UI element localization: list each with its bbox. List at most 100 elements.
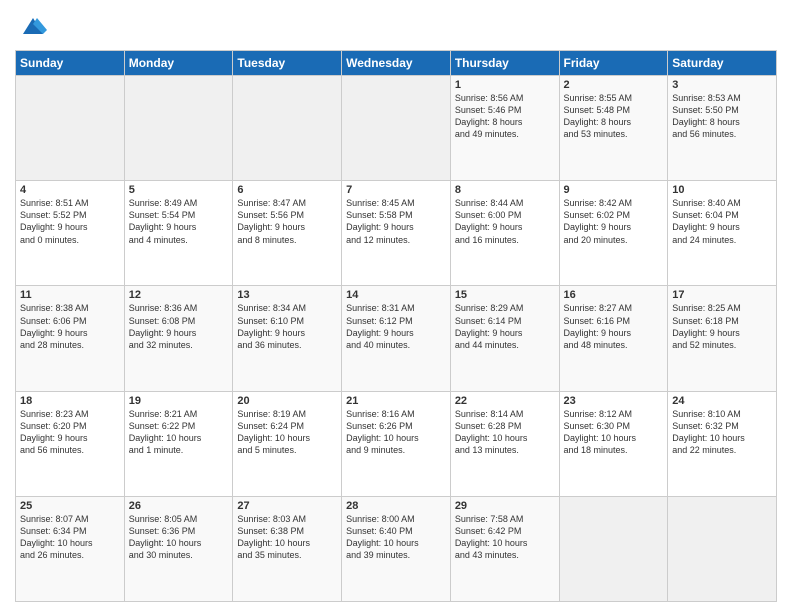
calendar-cell xyxy=(16,76,125,181)
calendar-cell: 6Sunrise: 8:47 AM Sunset: 5:56 PM Daylig… xyxy=(233,181,342,286)
weekday-header-row: SundayMondayTuesdayWednesdayThursdayFrid… xyxy=(16,51,777,76)
weekday-saturday: Saturday xyxy=(668,51,777,76)
calendar-cell xyxy=(233,76,342,181)
day-number: 1 xyxy=(455,79,555,91)
calendar-cell: 16Sunrise: 8:27 AM Sunset: 6:16 PM Dayli… xyxy=(559,286,668,391)
day-number: 9 xyxy=(564,184,664,196)
calendar-page: SundayMondayTuesdayWednesdayThursdayFrid… xyxy=(0,0,792,612)
calendar-cell: 8Sunrise: 8:44 AM Sunset: 6:00 PM Daylig… xyxy=(450,181,559,286)
day-info: Sunrise: 8:47 AM Sunset: 5:56 PM Dayligh… xyxy=(237,197,337,246)
header xyxy=(15,10,777,42)
calendar-cell: 24Sunrise: 8:10 AM Sunset: 6:32 PM Dayli… xyxy=(668,391,777,496)
day-number: 5 xyxy=(129,184,229,196)
calendar-cell: 19Sunrise: 8:21 AM Sunset: 6:22 PM Dayli… xyxy=(124,391,233,496)
calendar-cell: 3Sunrise: 8:53 AM Sunset: 5:50 PM Daylig… xyxy=(668,76,777,181)
day-info: Sunrise: 8:34 AM Sunset: 6:10 PM Dayligh… xyxy=(237,302,337,351)
calendar-cell: 21Sunrise: 8:16 AM Sunset: 6:26 PM Dayli… xyxy=(342,391,451,496)
calendar-cell: 23Sunrise: 8:12 AM Sunset: 6:30 PM Dayli… xyxy=(559,391,668,496)
calendar-cell xyxy=(668,496,777,601)
day-info: Sunrise: 8:00 AM Sunset: 6:40 PM Dayligh… xyxy=(346,513,446,562)
day-info: Sunrise: 8:51 AM Sunset: 5:52 PM Dayligh… xyxy=(20,197,120,246)
week-row-3: 18Sunrise: 8:23 AM Sunset: 6:20 PM Dayli… xyxy=(16,391,777,496)
day-number: 12 xyxy=(129,289,229,301)
day-info: Sunrise: 8:27 AM Sunset: 6:16 PM Dayligh… xyxy=(564,302,664,351)
day-info: Sunrise: 8:42 AM Sunset: 6:02 PM Dayligh… xyxy=(564,197,664,246)
calendar-cell: 1Sunrise: 8:56 AM Sunset: 5:46 PM Daylig… xyxy=(450,76,559,181)
day-number: 16 xyxy=(564,289,664,301)
day-number: 2 xyxy=(564,79,664,91)
calendar-cell xyxy=(342,76,451,181)
day-number: 28 xyxy=(346,500,446,512)
calendar-cell: 22Sunrise: 8:14 AM Sunset: 6:28 PM Dayli… xyxy=(450,391,559,496)
calendar-cell: 2Sunrise: 8:55 AM Sunset: 5:48 PM Daylig… xyxy=(559,76,668,181)
day-number: 26 xyxy=(129,500,229,512)
week-row-2: 11Sunrise: 8:38 AM Sunset: 6:06 PM Dayli… xyxy=(16,286,777,391)
day-number: 7 xyxy=(346,184,446,196)
day-info: Sunrise: 8:23 AM Sunset: 6:20 PM Dayligh… xyxy=(20,408,120,457)
day-info: Sunrise: 8:36 AM Sunset: 6:08 PM Dayligh… xyxy=(129,302,229,351)
day-number: 24 xyxy=(672,395,772,407)
calendar-cell: 28Sunrise: 8:00 AM Sunset: 6:40 PM Dayli… xyxy=(342,496,451,601)
weekday-tuesday: Tuesday xyxy=(233,51,342,76)
week-row-0: 1Sunrise: 8:56 AM Sunset: 5:46 PM Daylig… xyxy=(16,76,777,181)
week-row-1: 4Sunrise: 8:51 AM Sunset: 5:52 PM Daylig… xyxy=(16,181,777,286)
day-info: Sunrise: 8:56 AM Sunset: 5:46 PM Dayligh… xyxy=(455,92,555,141)
calendar-cell: 29Sunrise: 7:58 AM Sunset: 6:42 PM Dayli… xyxy=(450,496,559,601)
day-info: Sunrise: 8:19 AM Sunset: 6:24 PM Dayligh… xyxy=(237,408,337,457)
calendar-cell: 26Sunrise: 8:05 AM Sunset: 6:36 PM Dayli… xyxy=(124,496,233,601)
calendar-cell: 5Sunrise: 8:49 AM Sunset: 5:54 PM Daylig… xyxy=(124,181,233,286)
day-info: Sunrise: 8:44 AM Sunset: 6:00 PM Dayligh… xyxy=(455,197,555,246)
logo-icon xyxy=(19,14,47,42)
logo xyxy=(15,14,47,42)
weekday-wednesday: Wednesday xyxy=(342,51,451,76)
day-number: 19 xyxy=(129,395,229,407)
weekday-monday: Monday xyxy=(124,51,233,76)
day-info: Sunrise: 8:14 AM Sunset: 6:28 PM Dayligh… xyxy=(455,408,555,457)
day-number: 10 xyxy=(672,184,772,196)
day-number: 3 xyxy=(672,79,772,91)
day-info: Sunrise: 8:07 AM Sunset: 6:34 PM Dayligh… xyxy=(20,513,120,562)
day-info: Sunrise: 8:38 AM Sunset: 6:06 PM Dayligh… xyxy=(20,302,120,351)
day-number: 14 xyxy=(346,289,446,301)
calendar-cell: 12Sunrise: 8:36 AM Sunset: 6:08 PM Dayli… xyxy=(124,286,233,391)
calendar-cell: 14Sunrise: 8:31 AM Sunset: 6:12 PM Dayli… xyxy=(342,286,451,391)
day-info: Sunrise: 8:49 AM Sunset: 5:54 PM Dayligh… xyxy=(129,197,229,246)
day-info: Sunrise: 8:12 AM Sunset: 6:30 PM Dayligh… xyxy=(564,408,664,457)
day-number: 15 xyxy=(455,289,555,301)
day-number: 6 xyxy=(237,184,337,196)
calendar-table: SundayMondayTuesdayWednesdayThursdayFrid… xyxy=(15,50,777,602)
calendar-cell: 4Sunrise: 8:51 AM Sunset: 5:52 PM Daylig… xyxy=(16,181,125,286)
calendar-cell: 11Sunrise: 8:38 AM Sunset: 6:06 PM Dayli… xyxy=(16,286,125,391)
day-number: 11 xyxy=(20,289,120,301)
week-row-4: 25Sunrise: 8:07 AM Sunset: 6:34 PM Dayli… xyxy=(16,496,777,601)
day-info: Sunrise: 8:10 AM Sunset: 6:32 PM Dayligh… xyxy=(672,408,772,457)
day-info: Sunrise: 8:29 AM Sunset: 6:14 PM Dayligh… xyxy=(455,302,555,351)
calendar-cell: 20Sunrise: 8:19 AM Sunset: 6:24 PM Dayli… xyxy=(233,391,342,496)
weekday-thursday: Thursday xyxy=(450,51,559,76)
day-number: 27 xyxy=(237,500,337,512)
calendar-cell: 17Sunrise: 8:25 AM Sunset: 6:18 PM Dayli… xyxy=(668,286,777,391)
calendar-cell: 18Sunrise: 8:23 AM Sunset: 6:20 PM Dayli… xyxy=(16,391,125,496)
day-number: 23 xyxy=(564,395,664,407)
day-info: Sunrise: 8:53 AM Sunset: 5:50 PM Dayligh… xyxy=(672,92,772,141)
day-number: 20 xyxy=(237,395,337,407)
day-info: Sunrise: 8:40 AM Sunset: 6:04 PM Dayligh… xyxy=(672,197,772,246)
day-number: 18 xyxy=(20,395,120,407)
weekday-sunday: Sunday xyxy=(16,51,125,76)
day-number: 29 xyxy=(455,500,555,512)
day-info: Sunrise: 8:45 AM Sunset: 5:58 PM Dayligh… xyxy=(346,197,446,246)
day-info: Sunrise: 8:03 AM Sunset: 6:38 PM Dayligh… xyxy=(237,513,337,562)
calendar-cell: 9Sunrise: 8:42 AM Sunset: 6:02 PM Daylig… xyxy=(559,181,668,286)
day-number: 8 xyxy=(455,184,555,196)
day-info: Sunrise: 7:58 AM Sunset: 6:42 PM Dayligh… xyxy=(455,513,555,562)
day-info: Sunrise: 8:25 AM Sunset: 6:18 PM Dayligh… xyxy=(672,302,772,351)
calendar-cell: 10Sunrise: 8:40 AM Sunset: 6:04 PM Dayli… xyxy=(668,181,777,286)
calendar-cell xyxy=(559,496,668,601)
calendar-cell: 15Sunrise: 8:29 AM Sunset: 6:14 PM Dayli… xyxy=(450,286,559,391)
day-info: Sunrise: 8:05 AM Sunset: 6:36 PM Dayligh… xyxy=(129,513,229,562)
day-info: Sunrise: 8:55 AM Sunset: 5:48 PM Dayligh… xyxy=(564,92,664,141)
calendar-cell xyxy=(124,76,233,181)
day-number: 25 xyxy=(20,500,120,512)
day-number: 13 xyxy=(237,289,337,301)
day-info: Sunrise: 8:31 AM Sunset: 6:12 PM Dayligh… xyxy=(346,302,446,351)
